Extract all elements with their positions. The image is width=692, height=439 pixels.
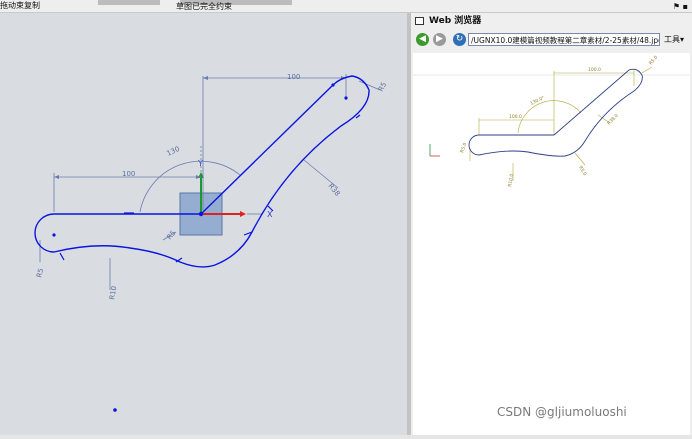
watermark: CSDN @gljiumoluoshi (497, 405, 627, 419)
web-browser-panel: Web 浏览器 ◀ ▶ ↻ /UGNX10.0建模篇视频教程第二章素材/2-25… (411, 13, 692, 435)
back-arrow-icon[interactable]: ◀ (416, 33, 429, 46)
dim-r-top-label: R5 (377, 81, 389, 93)
ref-profile (468, 68, 643, 157)
toolbar-left-label[interactable]: 拖动束复制 (0, 0, 40, 12)
dim-left-label: 100 (122, 170, 135, 178)
tools-label: 工具 (664, 35, 680, 44)
browser-title-bar: Web 浏览器 (411, 13, 692, 29)
ref-dim-r5: R5.0 (577, 165, 587, 177)
reference-image: 100.0 100.0 130.0° R5.0 R38.0 R5.0 R10.0… (413, 54, 690, 187)
ref-dim-r1: R5.0 (648, 54, 659, 66)
tools-menu[interactable]: 工具▾ (664, 33, 684, 46)
window-icon (415, 17, 424, 25)
browser-nav-bar: ◀ ▶ ↻ /UGNX10.0建模篇视频教程第二章素材/2-25素材/48.jp… (411, 30, 692, 50)
browser-content: 100.0 100.0 130.0° R5.0 R38.0 R5.0 R10.0… (413, 53, 690, 435)
dim-r-small-label: R5 (165, 229, 177, 241)
ref-dim-d2: 100.0 (509, 114, 522, 120)
ref-dim-r2: R38.0 (606, 113, 620, 127)
sketch-canvas[interactable]: X Y 100 100 130 R5 R38 R5 R10 R5 (0, 13, 407, 435)
y-axis-label: Y (197, 159, 203, 168)
dim-r-left-label: R5 (35, 267, 45, 278)
x-axis-arrowhead-icon (240, 211, 246, 217)
url-field[interactable]: /UGNX10.0建模篇视频教程第二章素材/2-25素材/48.jpg (468, 33, 660, 46)
x-axis-label: X (267, 210, 273, 219)
ref-dimension-lines (469, 66, 653, 181)
browser-title: Web 浏览器 (429, 16, 482, 26)
toolbar-buttons-left[interactable] (98, 0, 160, 5)
forward-arrow-icon[interactable]: ▶ (433, 33, 446, 46)
ref-dim-r4: R10.0 (507, 173, 515, 187)
ref-dim-r3: R5.0 (459, 142, 468, 154)
ref-dim-angle: 130.0° (529, 95, 545, 107)
dimension-lines (39, 74, 381, 290)
sketch-drawing: X Y 100 100 130 R5 R38 R5 R10 R5 (34, 73, 389, 412)
top-toolbar: 拖动束复制 草图已完全约束 ⚑ ▪ (0, 0, 692, 13)
dim-top-label: 100 (287, 73, 300, 81)
window-controls-icon[interactable]: ⚑ ▪ (673, 1, 688, 13)
dim-angle-label: 130 (165, 145, 181, 158)
refresh-icon[interactable]: ↻ (453, 33, 466, 46)
chevron-down-icon: ▾ (680, 35, 685, 44)
sketch-profile (34, 75, 370, 268)
profile-left-arc (34, 213, 55, 253)
dim-r-bottom-label: R10 (108, 285, 118, 300)
dim-r-mid-label: R38 (326, 182, 341, 198)
sketch-status: 草图已完全约束 (176, 2, 232, 11)
sketch-points (52, 83, 348, 412)
ref-dim-d1: 100.0 (588, 67, 601, 73)
tangent-markers (59, 114, 361, 263)
profile-right-curve (53, 75, 370, 268)
